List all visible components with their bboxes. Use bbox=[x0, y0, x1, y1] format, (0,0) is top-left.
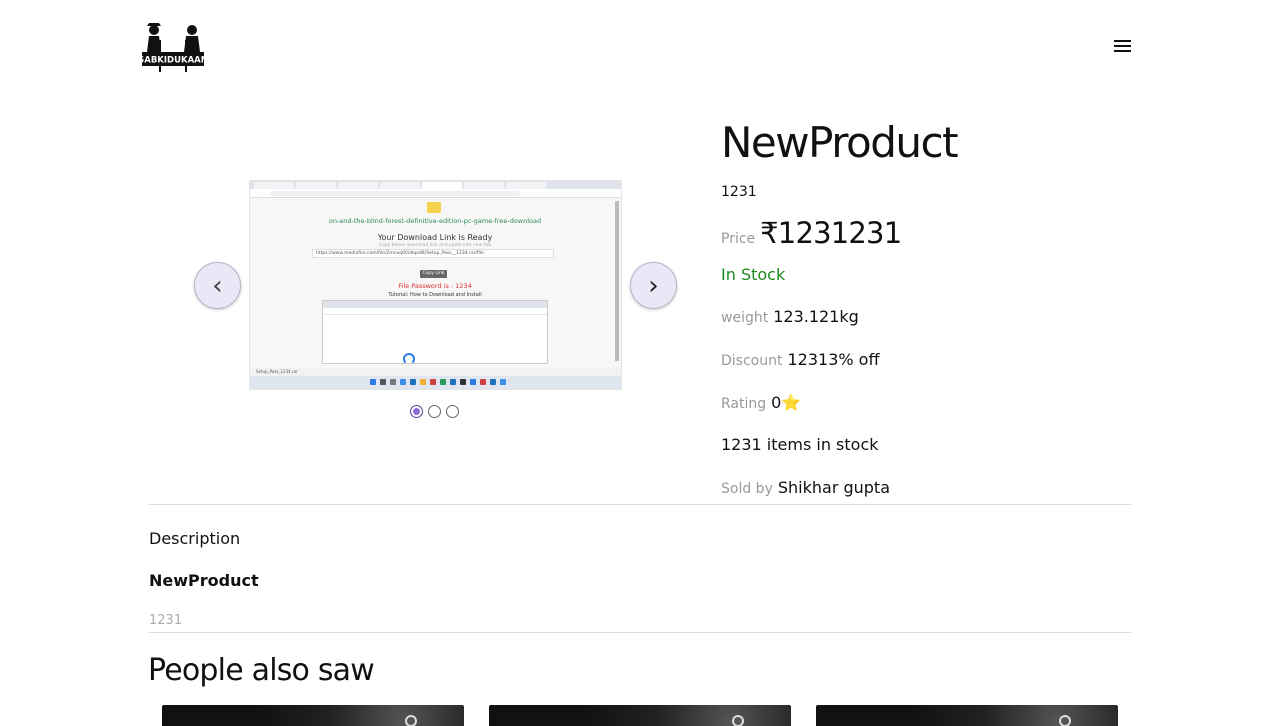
screenshot-password-text: File Password is : 1234 bbox=[398, 282, 472, 290]
screenshot-heading: Your Download Link is Ready bbox=[377, 233, 493, 242]
carousel-indicators bbox=[410, 405, 459, 418]
carousel-dot-3[interactable] bbox=[446, 405, 459, 418]
screenshot-link-field: https://www.mediafire.com/file/2mnxq60id… bbox=[312, 249, 554, 258]
screenshot-download-bar: Setup_Pass_1234.rar bbox=[250, 368, 621, 376]
seller-name[interactable]: Shikhar gupta bbox=[778, 478, 890, 497]
screenshot-embedded-window bbox=[322, 300, 548, 365]
rating-row: Rating 0 ⭐ bbox=[721, 393, 801, 412]
weight-row: weight 123.121kg bbox=[721, 307, 859, 326]
brand-name: SABKIDUKAAN bbox=[142, 56, 204, 66]
price-label: Price bbox=[721, 231, 756, 247]
people-also-saw-heading: People also saw bbox=[148, 653, 375, 688]
weight-label: weight bbox=[721, 310, 769, 326]
product-price: ₹1231231 bbox=[760, 216, 902, 250]
brand-logo[interactable] bbox=[140, 22, 206, 76]
stock-status: In Stock bbox=[721, 265, 786, 284]
screenshot-browser-tabs bbox=[250, 181, 621, 189]
related-product-card[interactable] bbox=[489, 705, 791, 726]
seller-label: Sold by bbox=[721, 481, 773, 497]
screenshot-page-body: on-and-the-blind-forest-definitive-editi… bbox=[250, 198, 620, 379]
carousel-prev-button[interactable]: ‹ bbox=[194, 262, 241, 309]
related-product-card[interactable] bbox=[816, 705, 1118, 726]
screenshot-scrollbar bbox=[615, 201, 619, 361]
screenshot-subheading: Copy below download link and paste into … bbox=[378, 243, 492, 248]
carousel-next-button[interactable]: › bbox=[630, 262, 677, 309]
carousel-slide-image: on-and-the-blind-forest-definitive-editi… bbox=[249, 180, 622, 390]
chevron-right-icon: › bbox=[648, 270, 659, 301]
product-discount: 12313% off bbox=[787, 350, 880, 369]
product-short-description: 1231 bbox=[721, 184, 757, 200]
carousel-dot-1[interactable] bbox=[410, 405, 423, 418]
section-divider bbox=[149, 504, 1131, 505]
product-weight: 123.121kg bbox=[773, 307, 859, 326]
hamburger-menu-icon[interactable] bbox=[1114, 40, 1134, 56]
screenshot-tutorial-text: Tutorial: How to Download and Install bbox=[388, 292, 482, 298]
description-title: NewProduct bbox=[149, 571, 259, 590]
price-row: Price ₹1231231 bbox=[721, 216, 902, 250]
folder-icon bbox=[427, 202, 441, 213]
google-logo-icon bbox=[403, 353, 415, 365]
carousel-dot-2[interactable] bbox=[428, 405, 441, 418]
product-rating: 0 bbox=[771, 393, 782, 412]
description-body: 1231 bbox=[149, 613, 183, 628]
section-divider bbox=[149, 632, 1131, 633]
screenshot-page-title: on-and-the-blind-forest-definitive-editi… bbox=[328, 217, 542, 225]
items-in-stock: 1231 items in stock bbox=[721, 435, 879, 454]
related-product-card[interactable] bbox=[162, 705, 464, 726]
svg-text:SABKIDUKAAN: SABKIDUKAAN bbox=[142, 56, 204, 66]
discount-label: Discount bbox=[721, 353, 783, 369]
star-icon: ⭐ bbox=[781, 393, 802, 412]
screenshot-taskbar bbox=[250, 376, 621, 389]
seller-row: Sold by Shikhar gupta bbox=[721, 478, 890, 497]
product-image-carousel: on-and-the-blind-forest-definitive-editi… bbox=[192, 180, 680, 430]
description-label: Description bbox=[149, 529, 241, 548]
screenshot-copy-button: Copy Link bbox=[420, 270, 447, 278]
rating-label: Rating bbox=[721, 396, 767, 412]
product-title: NewProduct bbox=[721, 118, 959, 167]
screenshot-url-bar bbox=[250, 189, 621, 198]
chevron-left-icon: ‹ bbox=[212, 270, 223, 301]
site-header: SABKIDUKAAN bbox=[0, 0, 1280, 96]
discount-row: Discount 12313% off bbox=[721, 350, 879, 369]
